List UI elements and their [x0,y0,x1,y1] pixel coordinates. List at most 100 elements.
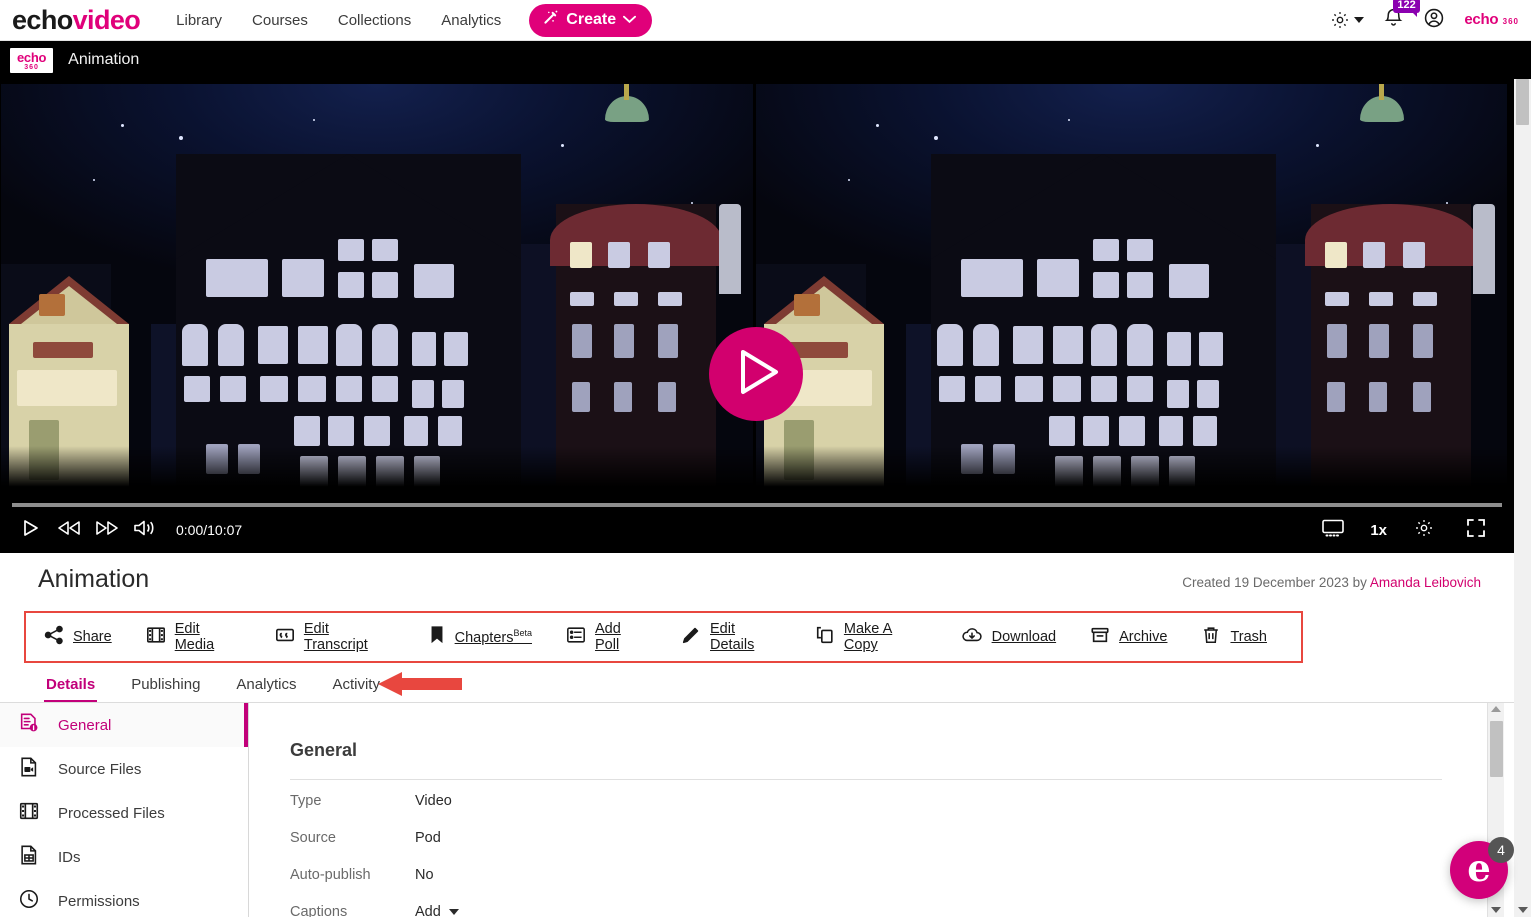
gear-icon [1330,10,1350,30]
chat-unread-badge: 4 [1488,837,1514,863]
player-settings-button[interactable] [1409,515,1439,545]
star [179,136,183,140]
share-action[interactable]: Share [44,625,112,649]
account-button[interactable] [1423,7,1445,34]
sidebar-item-processed-files[interactable]: Processed Files [0,791,248,835]
player-controls-right: 1x [1318,515,1531,545]
window [1036,259,1079,297]
echovideo-logo[interactable]: echovideo [12,6,141,34]
field-row-type: Type Video [290,793,452,809]
window [412,332,436,366]
trash-icon [1201,625,1221,649]
film-file-icon [18,800,40,826]
add-poll-action[interactable]: Add Poll [566,621,647,653]
breadcrumb-logo-line1: echo [17,49,47,65]
panel-heading: General [290,740,358,760]
volume-button[interactable] [130,515,160,545]
archive-action[interactable]: Archive [1090,625,1167,649]
fast-forward-button[interactable] [92,515,122,545]
star [1315,144,1319,147]
window [1158,416,1183,446]
playback-speed-button[interactable]: 1x [1370,522,1387,539]
breadcrumb: echo 360 Animation [0,41,1531,79]
make-a-copy-action[interactable]: Make A Copy [815,621,927,653]
captions-add-dropdown[interactable]: Add [415,904,459,917]
captions-button[interactable] [1318,515,1348,545]
page-scrollbar-thumb[interactable] [1516,79,1529,125]
scroll-down-arrow-icon[interactable] [1491,907,1501,913]
window [972,324,999,366]
window [614,292,638,306]
bookmark-icon [428,625,446,649]
detail-header: Animation Created 19 December 2023 by Am… [0,553,1519,605]
content-scrollbar-thumb[interactable] [1490,721,1503,777]
chat-widget-button[interactable]: e 4 [1450,837,1514,899]
window [572,382,590,412]
window [372,239,398,261]
edit-transcript-action[interactable]: Edit Transcript [275,621,394,653]
nav-item-courses[interactable]: Courses [252,12,308,29]
scroll-up-arrow-icon[interactable] [1491,706,1501,712]
sidebar-item-general[interactable]: General [0,703,248,747]
player-controls-left: 0:00/10:07 [0,515,242,545]
page-scrollbar[interactable] [1514,79,1531,917]
window [364,416,390,446]
fullscreen-button[interactable] [1461,515,1491,545]
annotation-arrow [378,672,462,696]
play-overlay-button[interactable] [709,327,803,421]
tab-publishing[interactable]: Publishing [113,668,218,703]
star [313,119,315,121]
chevron-down-icon [448,909,459,915]
chat-widget-letter: e [1467,846,1491,890]
edit-details-label: Edit Details [710,621,755,653]
nav-item-analytics[interactable]: Analytics [441,12,501,29]
film-icon [146,625,166,649]
window [1082,416,1109,446]
sidebar-item-ids[interactable]: IDs [0,835,248,879]
edit-details-action[interactable]: Edit Details [681,621,781,653]
window [1126,376,1153,402]
sidebar-item-source-files[interactable]: Source Files [0,747,248,791]
download-action[interactable]: Download [961,625,1057,649]
window [1166,332,1191,366]
quote-icon [275,625,295,649]
rewind-button[interactable] [54,515,84,545]
tab-analytics[interactable]: Analytics [218,668,314,703]
breadcrumb-logo[interactable]: echo 360 [10,47,54,73]
sidebar-item-label: Permissions [58,892,140,910]
create-button[interactable]: Create [529,3,653,37]
download-label: Download [991,629,1057,645]
fast-forward-icon [95,520,119,541]
magic-wand-icon [542,9,559,31]
settings-menu-button[interactable] [1330,10,1365,30]
nav-item-collections[interactable]: Collections [338,12,411,29]
window [1014,376,1043,402]
ground-shadow [1,446,753,504]
chapters-action[interactable]: ChaptersBeta [428,625,532,649]
star [933,136,938,140]
tab-details[interactable]: Details [28,668,113,703]
window [1412,292,1437,306]
nav-item-library[interactable]: Library [176,12,222,29]
author-link[interactable]: Amanda Leibovich [1370,575,1481,590]
field-label: Captions [290,904,348,917]
notifications-button[interactable]: 122 [1383,0,1420,33]
play-button[interactable] [16,515,46,545]
edit-media-action[interactable]: Edit Media [146,621,241,653]
echo360-logo[interactable]: echo 360 [1464,12,1519,28]
window [1126,324,1153,366]
play-icon [23,519,39,542]
window [33,342,93,358]
player-controls: 0:00/10:07 1x [0,507,1531,553]
detail-tabs: Details Publishing Analytics Activity [28,668,398,703]
window [1324,292,1349,306]
tower-spire [624,84,629,100]
sidebar-item-permissions[interactable]: Permissions [0,879,248,917]
edit-transcript-label: Edit Transcript [303,621,368,653]
video-stage[interactable] [1,84,1507,504]
trash-action[interactable]: Trash [1201,625,1267,649]
video-pane-right [755,84,1507,504]
breadcrumb-title: Animation [68,51,140,68]
field-label: Source [290,830,336,846]
scroll-down-arrow-icon[interactable] [1517,907,1528,913]
